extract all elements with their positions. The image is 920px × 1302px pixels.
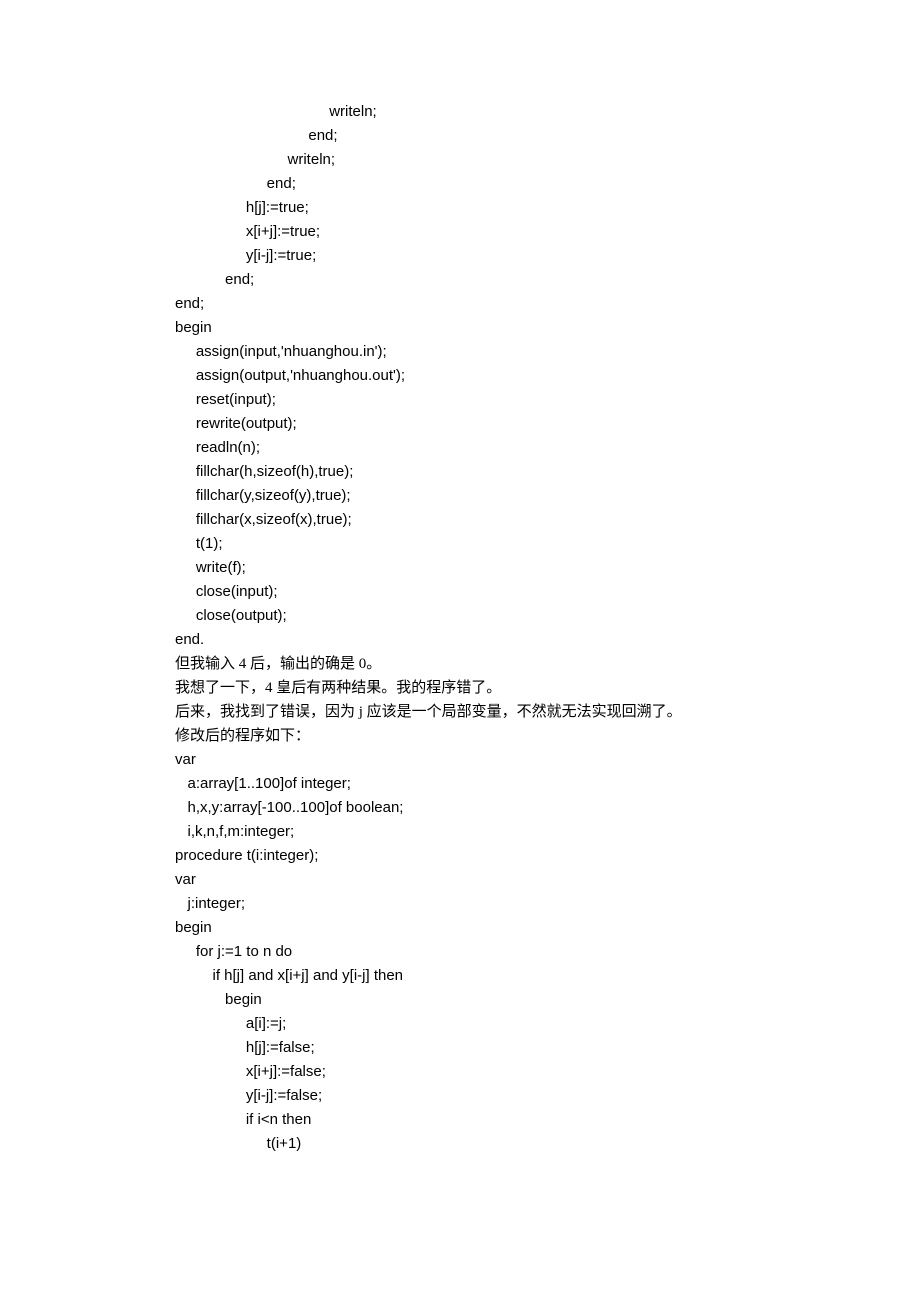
text-line: procedure t(i:integer); [175, 844, 745, 868]
text-line: if h[j] and x[i+j] and y[i-j] then [175, 964, 745, 988]
text-line: write(f); [175, 556, 745, 580]
content-container: writeln; end; writeln; end; h[j]:=true; … [175, 100, 745, 1156]
text-line: fillchar(y,sizeof(y),true); [175, 484, 745, 508]
text-line: x[i+j]:=true; [175, 220, 745, 244]
text-line: if i<n then [175, 1108, 745, 1132]
text-line: 但我输入 4 后，输出的确是 0。 [175, 652, 745, 676]
text-line: begin [175, 916, 745, 940]
text-line: x[i+j]:=false; [175, 1060, 745, 1084]
text-line: h[j]:=false; [175, 1036, 745, 1060]
text-line: close(output); [175, 604, 745, 628]
text-line: begin [175, 316, 745, 340]
text-line: fillchar(x,sizeof(x),true); [175, 508, 745, 532]
text-line: a:array[1..100]of integer; [175, 772, 745, 796]
text-line: h[j]:=true; [175, 196, 745, 220]
text-line: a[i]:=j; [175, 1012, 745, 1036]
text-line: 我想了一下，4 皇后有两种结果。我的程序错了。 [175, 676, 745, 700]
text-line: i,k,n,f,m:integer; [175, 820, 745, 844]
text-line: h,x,y:array[-100..100]of boolean; [175, 796, 745, 820]
text-line: end; [175, 292, 745, 316]
text-line: end; [175, 124, 745, 148]
text-line: t(1); [175, 532, 745, 556]
text-line: writeln; [175, 100, 745, 124]
document-page: writeln; end; writeln; end; h[j]:=true; … [0, 0, 920, 1216]
text-line: close(input); [175, 580, 745, 604]
text-line: 后来，我找到了错误，因为 j 应该是一个局部变量，不然就无法实现回溯了。 [175, 700, 745, 724]
text-line: end; [175, 268, 745, 292]
text-line: readln(n); [175, 436, 745, 460]
text-line: j:integer; [175, 892, 745, 916]
text-line: for j:=1 to n do [175, 940, 745, 964]
text-line: assign(input,'nhuanghou.in'); [175, 340, 745, 364]
text-line: reset(input); [175, 388, 745, 412]
text-line: 修改后的程序如下： [175, 724, 745, 748]
text-line: y[i-j]:=false; [175, 1084, 745, 1108]
text-line: y[i-j]:=true; [175, 244, 745, 268]
text-line: end; [175, 172, 745, 196]
text-line: assign(output,'nhuanghou.out'); [175, 364, 745, 388]
text-line: t(i+1) [175, 1132, 745, 1156]
text-line: rewrite(output); [175, 412, 745, 436]
text-line: fillchar(h,sizeof(h),true); [175, 460, 745, 484]
text-line: writeln; [175, 148, 745, 172]
text-line: begin [175, 988, 745, 1012]
text-line: var [175, 748, 745, 772]
text-line: end. [175, 628, 745, 652]
text-line: var [175, 868, 745, 892]
